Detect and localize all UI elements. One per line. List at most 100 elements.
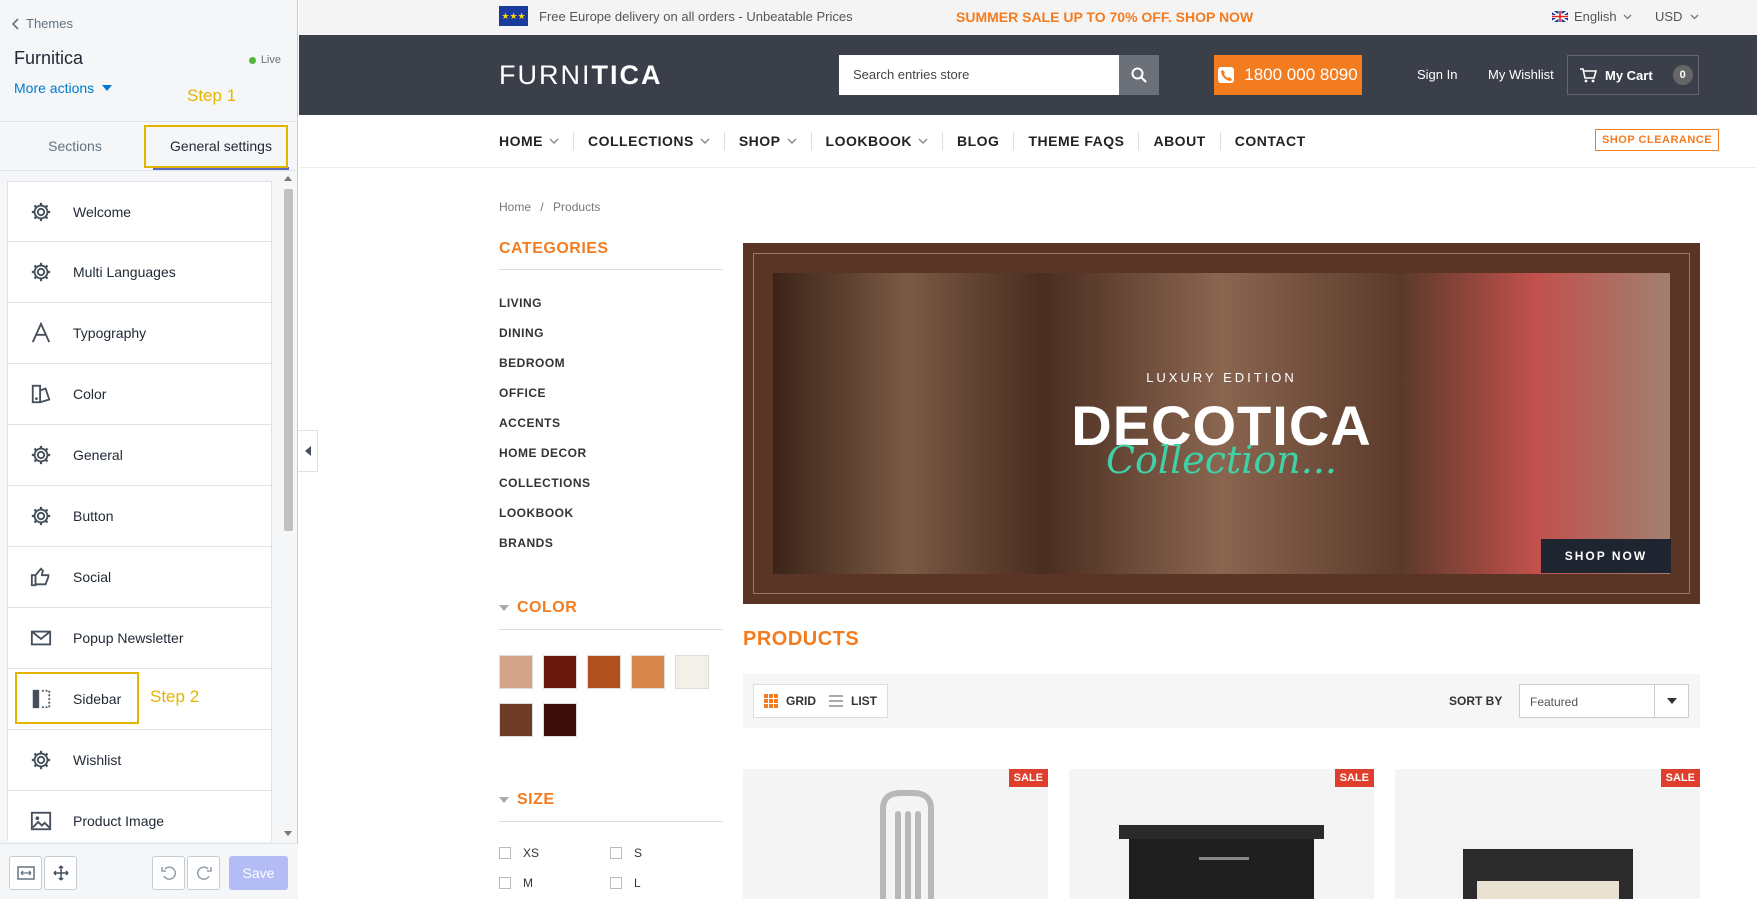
currency-selector[interactable]: USD — [1655, 9, 1699, 24]
color-swatch[interactable] — [543, 655, 577, 689]
gear-icon — [28, 259, 54, 285]
grid-view-button[interactable]: GRID — [753, 684, 827, 718]
category-link[interactable]: HOME DECOR — [499, 446, 591, 476]
checkbox[interactable] — [610, 877, 622, 889]
settings-item-popup-newsletter[interactable]: Popup Newsletter — [7, 608, 272, 669]
gear-icon — [28, 199, 54, 225]
cart-button[interactable]: My Cart 0 — [1567, 55, 1699, 95]
shop-now-button[interactable]: SHOP NOW — [1541, 539, 1671, 573]
sort-value: Featured — [1530, 695, 1579, 709]
size-filter-heading[interactable]: SIZE — [499, 791, 555, 809]
categories-list: LIVING DINING BEDROOM OFFICE ACCENTS HOME DEC… — [499, 296, 591, 566]
nav-item-shop[interactable]: SHOP — [725, 132, 812, 150]
inspect-button[interactable] — [44, 856, 77, 890]
more-actions-button[interactable]: More actions — [14, 80, 113, 96]
color-swatch[interactable] — [587, 655, 621, 689]
scroll-down-icon[interactable] — [284, 831, 292, 836]
eu-flag-icon: ★★★ — [499, 6, 528, 26]
size-option-m[interactable]: M — [499, 876, 533, 890]
settings-item-label: Product Image — [73, 813, 165, 829]
caret-down-icon — [499, 605, 509, 611]
tab-sections[interactable]: Sections — [0, 122, 150, 170]
chevron-down-icon — [918, 138, 928, 144]
summer-sale-link[interactable]: SUMMER SALE UP TO 70% OFF. SHOP NOW — [956, 9, 1253, 25]
settings-item-product-image[interactable]: Product Image — [7, 791, 272, 841]
nav-item-home[interactable]: HOME — [499, 132, 574, 150]
sale-badge: SALE — [1334, 769, 1374, 787]
envelope-icon — [28, 625, 54, 651]
collection-banner[interactable]: LUXURY EDITION DECOTICA Collection... SH… — [743, 243, 1700, 604]
category-link[interactable]: ACCENTS — [499, 416, 591, 446]
products-heading: PRODUCTS — [743, 628, 860, 650]
nav-item-lookbook[interactable]: LOOKBOOK — [812, 132, 943, 150]
store-logo[interactable]: FURNITICA — [499, 60, 663, 91]
category-link[interactable]: BRANDS — [499, 536, 591, 566]
category-link[interactable]: OFFICE — [499, 386, 591, 416]
settings-item-social[interactable]: Social — [7, 547, 272, 608]
language-selector[interactable]: English — [1552, 9, 1632, 24]
size-option-l[interactable]: L — [610, 876, 641, 890]
checkbox[interactable] — [499, 877, 511, 889]
save-button[interactable]: Save — [229, 856, 288, 890]
category-link[interactable]: LIVING — [499, 296, 591, 326]
color-swatch[interactable] — [675, 655, 709, 689]
nav-item-about[interactable]: ABOUT — [1139, 132, 1221, 150]
redo-button[interactable] — [187, 856, 220, 890]
phone-icon — [1218, 67, 1235, 83]
color-filter-heading[interactable]: COLOR — [499, 599, 577, 617]
nav-item-contact[interactable]: CONTACT — [1221, 132, 1320, 150]
color-swatch[interactable] — [631, 655, 665, 689]
nav-item-collections[interactable]: COLLECTIONS — [574, 132, 725, 150]
language-label: English — [1574, 9, 1617, 24]
sale-badge: SALE — [1660, 769, 1700, 787]
nav-item-theme-faqs[interactable]: THEME FAQS — [1014, 132, 1140, 150]
color-swatch[interactable] — [499, 655, 533, 689]
sort-select[interactable]: Featured — [1519, 684, 1689, 718]
search-input[interactable]: Search entries store — [839, 55, 1159, 95]
product-card[interactable]: SALE — [1069, 769, 1374, 899]
checkbox[interactable] — [610, 847, 622, 859]
category-link[interactable]: DINING — [499, 326, 591, 356]
category-link[interactable]: LOOKBOOK — [499, 506, 591, 536]
wishlist-link[interactable]: My Wishlist — [1488, 67, 1554, 82]
product-card[interactable]: SALE — [1395, 769, 1700, 899]
settings-item-welcome[interactable]: Welcome — [7, 181, 272, 242]
undo-button[interactable] — [152, 856, 185, 890]
size-label: M — [523, 876, 533, 890]
color-swatch[interactable] — [543, 703, 577, 737]
size-option-xs[interactable]: XS — [499, 846, 539, 860]
breadcrumb-home[interactable]: Home — [499, 200, 531, 214]
product-card[interactable]: SALE — [743, 769, 1048, 899]
search-button[interactable] — [1119, 55, 1159, 95]
settings-item-multi-languages[interactable]: Multi Languages — [7, 242, 272, 303]
color-swatch[interactable] — [499, 703, 533, 737]
size-option-s[interactable]: S — [610, 846, 642, 860]
gear-icon — [28, 503, 54, 529]
breadcrumb-current: Products — [553, 200, 601, 214]
settings-item-typography[interactable]: Typography — [7, 303, 272, 364]
nav-item-blog[interactable]: BLOG — [943, 132, 1015, 150]
shop-clearance-button[interactable]: SHOP CLEARANCE — [1595, 129, 1720, 151]
list-view-button[interactable]: LIST — [819, 684, 888, 718]
settings-scrollbar[interactable] — [281, 171, 295, 843]
viewport-toggle-button[interactable] — [9, 856, 42, 890]
nav-item-label: LOOKBOOK — [825, 133, 912, 149]
settings-item-color[interactable]: Color — [7, 364, 272, 425]
back-to-themes-link[interactable]: Themes — [12, 16, 73, 31]
settings-item-wishlist[interactable]: Wishlist — [7, 730, 272, 791]
sign-in-link[interactable]: Sign In — [1417, 67, 1457, 82]
settings-item-button[interactable]: Button — [7, 486, 272, 547]
settings-item-general[interactable]: General — [7, 425, 272, 486]
sort-by-label: SORT BY — [1449, 694, 1503, 708]
checkbox[interactable] — [499, 847, 511, 859]
nav-item-label: ABOUT — [1153, 133, 1206, 149]
category-link[interactable]: BEDROOM — [499, 356, 591, 386]
resize-horizontal-icon — [16, 866, 35, 880]
currency-label: USD — [1655, 9, 1683, 24]
category-link[interactable]: COLLECTIONS — [499, 476, 591, 506]
sale-badge: SALE — [1008, 769, 1048, 787]
scroll-up-icon[interactable] — [284, 176, 292, 181]
scrollbar-thumb[interactable] — [284, 189, 293, 531]
phone-button[interactable]: 1800 000 8090 — [1214, 55, 1362, 95]
sort-dropdown-toggle[interactable] — [1654, 685, 1688, 717]
